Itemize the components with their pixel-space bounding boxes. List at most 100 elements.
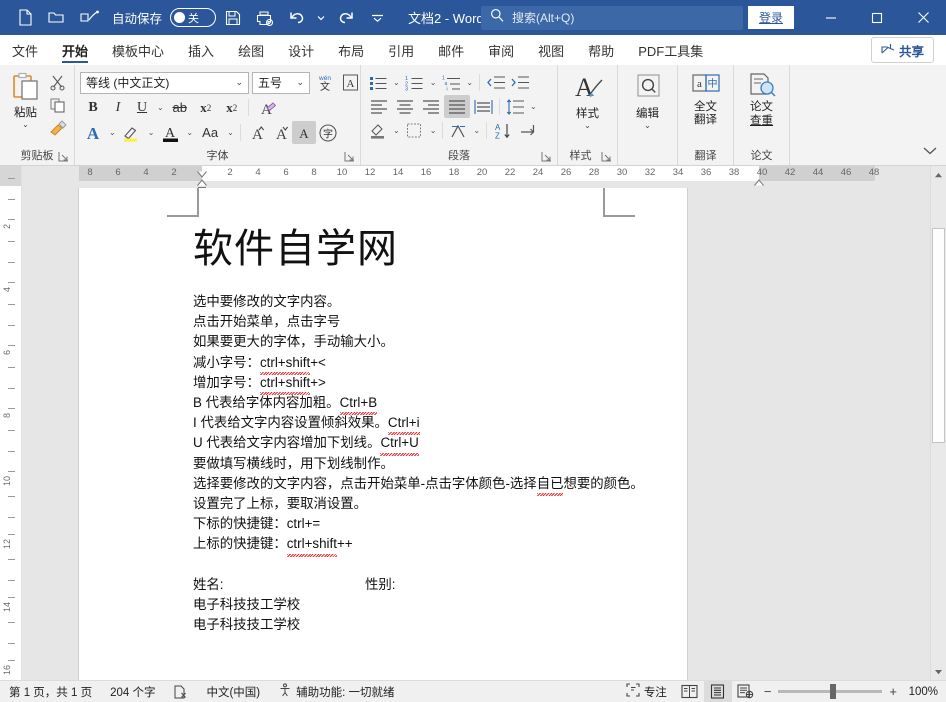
tab-mailings[interactable]: 邮件 [426, 35, 476, 65]
chevron-down-icon[interactable]: ⌄ [584, 121, 591, 130]
tab-references[interactable]: 引用 [376, 35, 426, 65]
tab-help[interactable]: 帮助 [576, 35, 626, 65]
align-right-icon[interactable] [418, 95, 444, 118]
zoom-in-button[interactable]: + [889, 684, 897, 699]
redo-icon[interactable] [330, 5, 360, 31]
italic-button[interactable]: I [106, 96, 130, 119]
strikethrough-button[interactable]: ab [167, 96, 193, 119]
undo-dropdown-icon[interactable] [314, 5, 328, 31]
language-indicator[interactable]: 中文(中国) [197, 681, 269, 702]
font-color-dropdown-icon[interactable]: ⌄ [183, 128, 196, 137]
format-painter-button[interactable] [46, 117, 69, 140]
decrease-indent-icon[interactable] [483, 71, 507, 94]
asian-layout-dropdown-icon[interactable]: ⌄ [470, 126, 483, 135]
shrink-font-icon[interactable]: A [268, 121, 292, 144]
clipboard-dialog-launcher[interactable] [58, 151, 69, 162]
clear-formatting-icon[interactable]: A [252, 96, 280, 119]
search-box[interactable]: 搜索(Alt+Q) [481, 5, 743, 30]
font-dialog-launcher[interactable] [344, 151, 355, 162]
subscript-button[interactable]: x2 [193, 96, 219, 119]
styles-button[interactable]: A 样式 ⌄ [563, 70, 612, 130]
paste-button[interactable]: 粘贴 ⌄ [5, 69, 46, 129]
align-center-icon[interactable] [392, 95, 418, 118]
change-case-icon[interactable]: Aa [196, 121, 224, 144]
highlight-dropdown-icon[interactable]: ⌄ [145, 128, 158, 137]
multilevel-list-icon[interactable]: 1ai [439, 71, 463, 94]
zoom-out-button[interactable]: − [764, 684, 772, 699]
scrollbar-thumb[interactable] [932, 228, 945, 443]
grow-font-icon[interactable]: A [244, 121, 268, 144]
shading-dropdown-icon[interactable]: ⌄ [390, 126, 403, 135]
asian-layout-icon[interactable] [446, 119, 470, 142]
distributed-align-icon[interactable] [470, 95, 496, 118]
word-count[interactable]: 204 个字 [101, 681, 164, 702]
new-document-icon[interactable] [10, 5, 40, 31]
tab-design[interactable]: 设计 [276, 35, 326, 65]
borders-icon[interactable] [403, 119, 427, 142]
share-button[interactable]: 共享 [870, 37, 934, 63]
document-canvas[interactable]: 软件自学网 选中要修改的文字内容。 点击开始菜单，点击字号 如果要更大的字体，手… [22, 188, 930, 680]
line-spacing-dropdown-icon[interactable]: ⌄ [527, 102, 540, 111]
increase-indent-icon[interactable] [507, 71, 531, 94]
tab-review[interactable]: 审阅 [476, 35, 526, 65]
align-left-icon[interactable] [366, 95, 392, 118]
change-case-dropdown-icon[interactable]: ⌄ [224, 128, 237, 137]
editing-button[interactable]: 编辑 ⌄ [623, 70, 672, 130]
zoom-slider-track[interactable] [778, 684, 883, 699]
sign-in-button[interactable]: 登录 [747, 6, 794, 29]
font-name-combo[interactable]: 等线 (中文正文) ⌄ [80, 71, 249, 94]
focus-mode-button[interactable]: 专注 [617, 681, 676, 702]
tab-file[interactable]: 文件 [0, 35, 50, 65]
underline-dropdown-icon[interactable]: ⌄ [154, 103, 167, 112]
zoom-slider-thumb[interactable] [830, 684, 837, 699]
tab-insert[interactable]: 插入 [176, 35, 226, 65]
tab-home[interactable]: 开始 [50, 35, 100, 65]
scroll-down-arrow-icon[interactable] [931, 663, 946, 680]
bullets-icon[interactable] [366, 71, 390, 94]
font-size-combo[interactable]: 五号 ⌄ [252, 71, 310, 94]
touch-mode-icon[interactable] [74, 5, 104, 31]
highlight-color-icon[interactable] [119, 121, 145, 144]
save-icon[interactable] [218, 5, 248, 31]
page-indicator[interactable]: 第 1 页，共 1 页 [0, 681, 101, 702]
open-folder-icon[interactable] [42, 5, 72, 31]
phonetic-guide-icon[interactable]: wén 文 [313, 71, 336, 94]
justify-icon[interactable] [444, 95, 470, 118]
tab-view[interactable]: 视图 [526, 35, 576, 65]
document-body[interactable]: 软件自学网 选中要修改的文字内容。 点击开始菜单，点击字号 如果要更大的字体，手… [193, 226, 647, 635]
vertical-ruler[interactable]: 2 4 6 8 10 12 14 16 18 20 22 [0, 166, 22, 680]
borders-dropdown-icon[interactable]: ⌄ [427, 126, 440, 135]
chevron-down-icon[interactable]: ⌄ [22, 120, 29, 129]
chevron-down-icon[interactable]: ⌄ [644, 121, 651, 130]
full-text-translate-button[interactable]: a中 全文 翻译 [683, 70, 728, 127]
vertical-scrollbar[interactable] [930, 166, 946, 680]
ribbon-collapse-button[interactable] [923, 142, 937, 160]
minimize-button[interactable] [808, 0, 854, 35]
bold-button[interactable]: B [80, 96, 106, 119]
scrollbar-track[interactable] [931, 183, 946, 663]
character-shading-icon[interactable]: A [291, 121, 316, 144]
zoom-value[interactable]: 100% [904, 686, 938, 698]
font-color-icon[interactable]: A [157, 121, 183, 144]
print-layout-button[interactable] [703, 681, 732, 702]
chevron-down-icon[interactable]: ⌄ [232, 77, 246, 88]
underline-button[interactable]: U [130, 96, 154, 119]
horizontal-ruler[interactable]: 8 6 4 2 2 4 6 8 10 12 14 16 18 20 22 24 … [22, 166, 930, 188]
maximize-button[interactable] [854, 0, 900, 35]
bullets-dropdown-icon[interactable]: ⌄ [390, 78, 403, 87]
print-preview-icon[interactable] [250, 5, 280, 31]
styles-dialog-launcher[interactable] [601, 151, 612, 162]
multilevel-dropdown-icon[interactable]: ⌄ [463, 78, 476, 87]
tab-pdf-tools[interactable]: PDF工具集 [626, 35, 715, 65]
left-indent-marker[interactable] [198, 180, 206, 188]
zoom-control[interactable]: − + 100% [760, 684, 946, 699]
paragraph-dialog-launcher[interactable] [541, 151, 552, 162]
tab-template-center[interactable]: 模板中心 [100, 35, 176, 65]
right-indent-marker[interactable] [754, 173, 764, 186]
document-page[interactable]: 软件自学网 选中要修改的文字内容。 点击开始菜单，点击字号 如果要更大的字体，手… [79, 188, 687, 680]
sort-icon[interactable]: AZ [490, 119, 516, 142]
cut-button[interactable] [46, 71, 69, 94]
undo-icon[interactable] [282, 5, 312, 31]
tab-draw[interactable]: 绘图 [226, 35, 276, 65]
show-formatting-marks-icon[interactable] [516, 119, 542, 142]
